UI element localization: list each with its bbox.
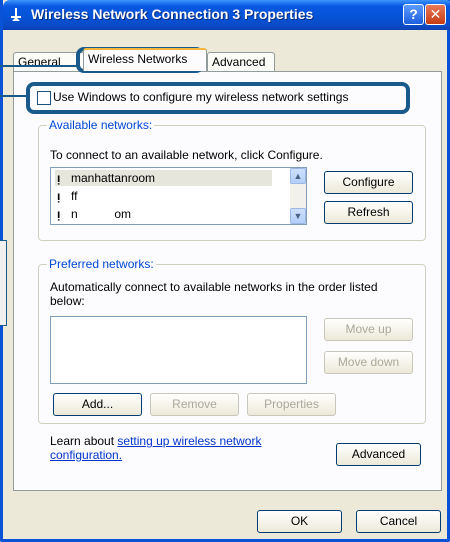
close-button[interactable]: ✕: [425, 4, 446, 25]
available-list-scrollbar[interactable]: ▲ ▼: [290, 168, 306, 224]
preferred-networks-list[interactable]: [50, 316, 307, 384]
properties-button-label: Properties: [264, 397, 319, 411]
tab-callout-line: [0, 65, 78, 67]
checkbox-highlight-callout: [26, 82, 410, 114]
help-icon: ?: [409, 6, 418, 22]
configure-button[interactable]: Configure: [324, 171, 413, 194]
network-name: n om: [71, 207, 132, 221]
cancel-button[interactable]: Cancel: [356, 510, 441, 533]
tab-wireless-networks[interactable]: Wireless Networks: [83, 48, 207, 71]
tab-general[interactable]: General: [13, 52, 85, 71]
help-button[interactable]: ?: [403, 4, 424, 25]
wireless-setup-link-line2[interactable]: configuration.: [50, 448, 122, 462]
add-button[interactable]: Add...: [53, 393, 142, 416]
move-down-button[interactable]: Move down: [324, 351, 413, 374]
refresh-button-label: Refresh: [347, 205, 390, 219]
network-name: ff: [71, 189, 78, 203]
available-networks-list[interactable]: ᴉ manhattanroom ᴉ ff ᴉ n om ▲ ▼: [50, 167, 307, 225]
window-title: Wireless Network Connection 3 Properties: [31, 6, 314, 22]
list-item[interactable]: ᴉ n om: [57, 206, 131, 222]
refresh-button[interactable]: Refresh: [324, 201, 413, 224]
available-instruction: To connect to an available network, clic…: [50, 148, 323, 162]
properties-button[interactable]: Properties: [247, 393, 336, 416]
antenna-icon: ᴉ: [57, 207, 61, 221]
network-name: manhattanroom: [71, 171, 156, 185]
ok-button-label: OK: [290, 514, 309, 528]
tab-advanced-label: Advanced: [212, 55, 266, 69]
scroll-down-icon[interactable]: ▼: [290, 208, 306, 224]
title-bar[interactable]: Wireless Network Connection 3 Properties…: [3, 0, 450, 30]
list-item[interactable]: ᴉ manhattanroom: [55, 170, 272, 186]
antenna-icon: ᴉ: [57, 171, 61, 185]
list-item[interactable]: ᴉ ff: [57, 188, 77, 204]
scroll-up-icon[interactable]: ▲: [290, 168, 306, 184]
antenna-icon: ᴉ: [57, 189, 61, 203]
add-button-label: Add...: [81, 397, 114, 411]
learn-about-prefix: Learn about: [50, 434, 115, 448]
move-up-button[interactable]: Move up: [324, 318, 413, 341]
network-connection-icon: [11, 8, 21, 21]
preferred-instruction: Automatically connect to available netwo…: [50, 280, 378, 308]
remove-button[interactable]: Remove: [150, 393, 239, 416]
remove-button-label: Remove: [172, 397, 217, 411]
wireless-setup-link-line1[interactable]: setting up wireless network: [117, 434, 261, 448]
preferred-networks-label: Preferred networks:: [47, 257, 156, 271]
learn-about-text: Learn about setting up wireless network …: [50, 434, 261, 462]
available-networks-label: Available networks:: [47, 118, 155, 132]
configure-button-label: Configure: [342, 175, 395, 189]
left-edge-marker: [0, 240, 7, 326]
move-down-button-label: Move down: [337, 355, 400, 369]
advanced-button-label: Advanced: [351, 447, 406, 461]
tab-advanced[interactable]: Advanced: [207, 52, 275, 71]
advanced-button[interactable]: Advanced: [336, 443, 421, 466]
checkbox-callout-line: [0, 95, 28, 97]
tab-wireless-networks-label: Wireless Networks: [88, 52, 188, 66]
cancel-button-label: Cancel: [379, 514, 418, 528]
close-icon: ✕: [429, 6, 442, 22]
move-up-button-label: Move up: [345, 322, 392, 336]
ok-button[interactable]: OK: [257, 510, 342, 533]
